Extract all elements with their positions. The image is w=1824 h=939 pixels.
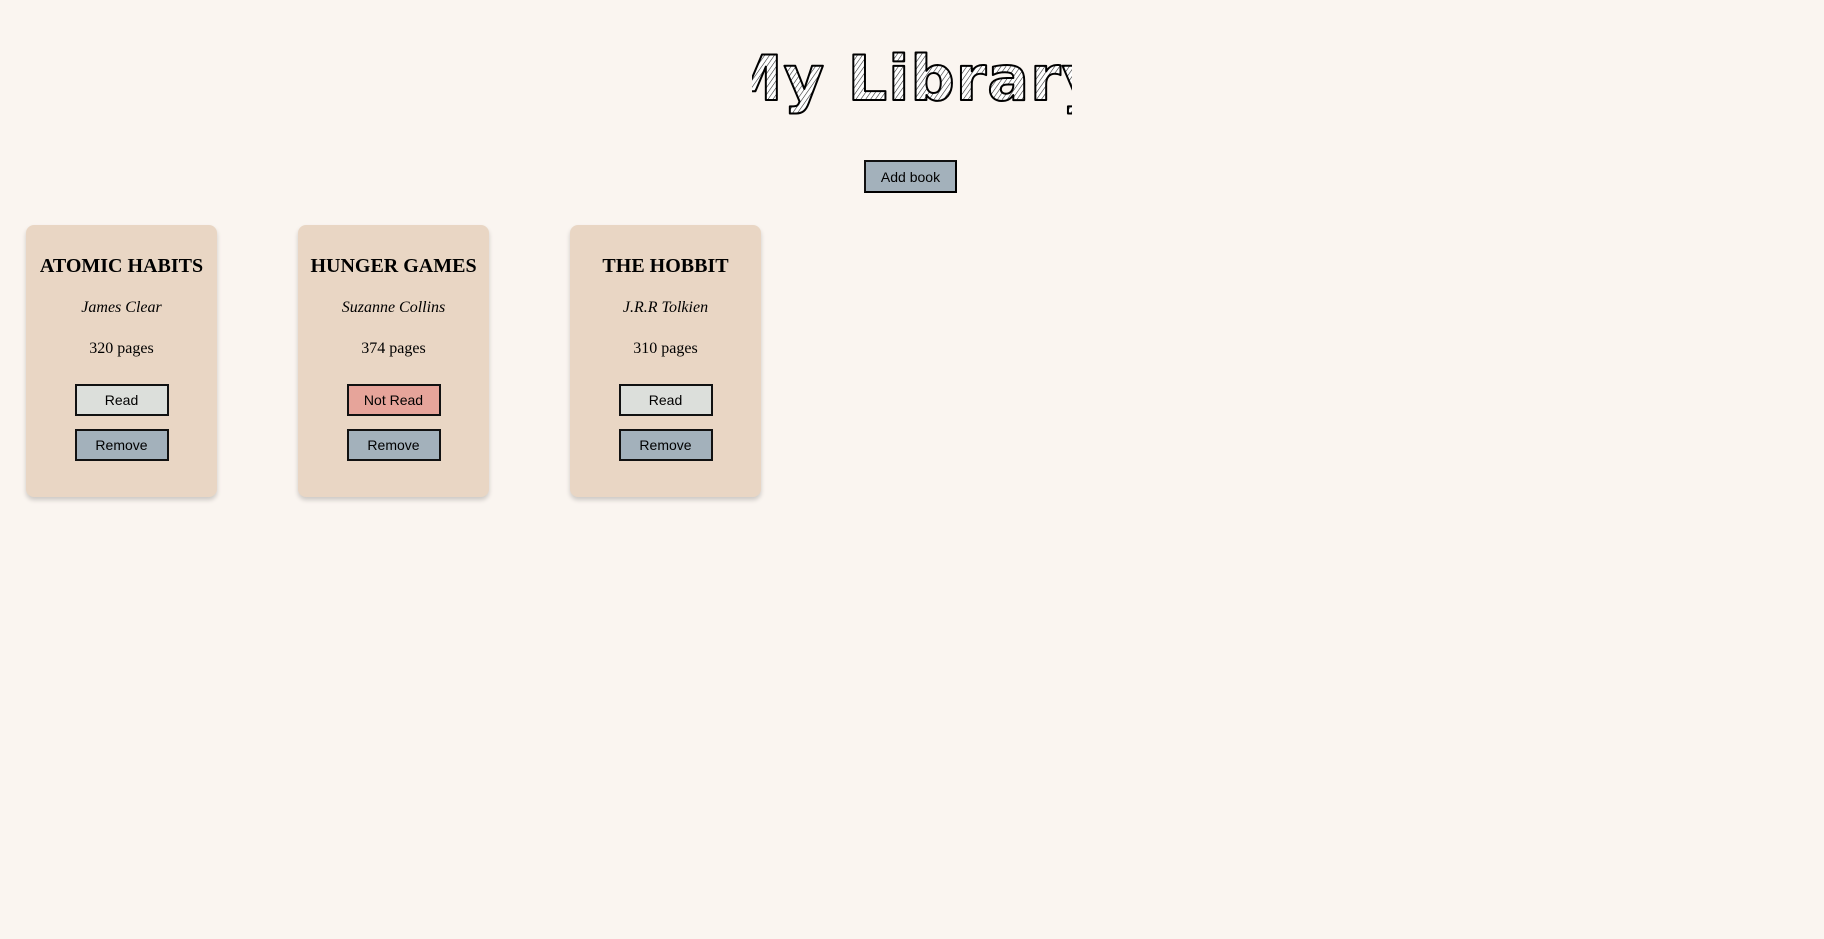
book-pages: 310 pages [633, 340, 698, 357]
read-status-button[interactable]: Not Read [346, 384, 441, 416]
page-title-graphic: My Library [752, 41, 1072, 116]
book-author: James Clear [81, 299, 162, 316]
book-list: ATOMIC HABITS James Clear 320 pages Read… [26, 225, 761, 497]
book-title: HUNGER GAMES [310, 255, 477, 277]
add-book-button[interactable]: Add book [864, 160, 957, 193]
read-status-button[interactable]: Read [74, 384, 169, 416]
book-author: Suzanne Collins [341, 299, 446, 316]
book-pages: 374 pages [361, 340, 426, 357]
book-pages: 320 pages [89, 340, 154, 357]
remove-button[interactable]: Remove [618, 429, 713, 461]
book-title: ATOMIC HABITS [39, 255, 204, 277]
remove-button[interactable]: Remove [346, 429, 441, 461]
page-title: My Library [0, 38, 1824, 133]
page-title-text: My Library [752, 42, 1072, 115]
book-card: ATOMIC HABITS James Clear 320 pages Read… [26, 225, 217, 497]
remove-button[interactable]: Remove [74, 429, 169, 461]
book-title: THE HOBBIT [602, 255, 729, 277]
book-card: HUNGER GAMES Suzanne Collins 374 pages N… [298, 225, 489, 497]
book-author: J.R.R Tolkien [622, 299, 709, 316]
read-status-button[interactable]: Read [618, 384, 713, 416]
book-card: THE HOBBIT J.R.R Tolkien 310 pages Read … [570, 225, 761, 497]
